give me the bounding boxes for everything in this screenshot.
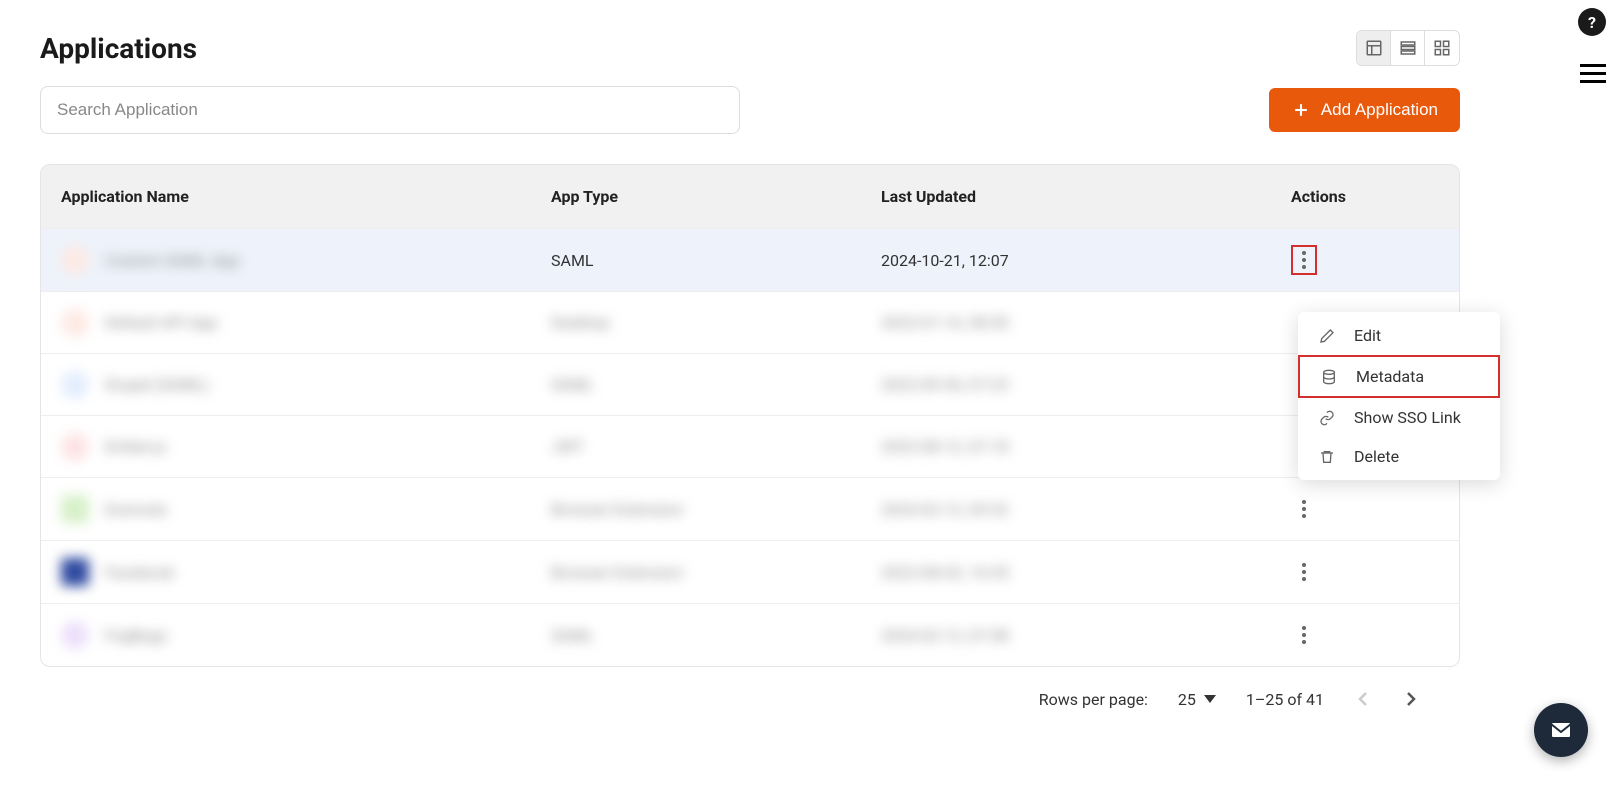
page-title: Applications [40, 32, 197, 65]
plus-icon [1291, 100, 1311, 120]
pencil-icon [1318, 328, 1336, 344]
table-row[interactable]: Facebook Browser Extension 2022-08-03, 1… [41, 540, 1459, 603]
app-updated: 2024-10-21, 12:07 [881, 251, 1291, 270]
app-type: Browser Extension [551, 500, 881, 519]
app-name: Ember.js [105, 437, 166, 456]
app-icon [61, 371, 89, 399]
search-input[interactable] [40, 86, 740, 134]
view-table[interactable] [1357, 31, 1391, 65]
menu-item-delete[interactable]: Delete [1298, 437, 1500, 476]
app-updated: 2022-08-12, 07:18 [881, 437, 1291, 456]
row-actions-button[interactable] [1291, 557, 1317, 587]
rows-per-page-select[interactable]: 25 [1178, 690, 1216, 709]
app-icon [61, 621, 89, 649]
rows-per-page-value: 25 [1178, 690, 1196, 709]
prev-page-button[interactable] [1354, 687, 1372, 711]
app-icon [61, 309, 89, 337]
row-actions-menu: Edit Metadata Show SSO Link Delete [1298, 312, 1500, 480]
chevron-down-icon [1204, 695, 1216, 703]
table-row[interactable]: Default API App Desktop 2022-01-16, 08:5… [41, 291, 1459, 353]
menu-label: Show SSO Link [1354, 408, 1461, 427]
applications-table: Application Name App Type Last Updated A… [40, 164, 1460, 667]
view-grid[interactable] [1425, 31, 1459, 65]
table-row[interactable]: Custom SAML App SAML 2024-10-21, 12:07 [41, 228, 1459, 291]
header-name: Application Name [61, 187, 551, 206]
header-updated: Last Updated [881, 187, 1291, 206]
menu-label: Edit [1354, 326, 1381, 345]
menu-item-sso[interactable]: Show SSO Link [1298, 398, 1500, 437]
app-updated: 2022-01-16, 08:55 [881, 313, 1291, 332]
app-updated: 2022-09-30, 07:23 [881, 375, 1291, 394]
table-row[interactable]: FogBugz SAML 2024-02-12, 07:58 [41, 603, 1459, 666]
database-icon [1320, 369, 1338, 385]
app-name: Default API App [105, 313, 217, 332]
app-icon [61, 495, 89, 523]
app-type: SAML [551, 375, 881, 394]
hamburger-menu[interactable] [1580, 64, 1606, 84]
app-updated: 2022-08-03, 16:35 [881, 563, 1291, 582]
app-type: Desktop [551, 313, 881, 332]
app-updated: 2024-02-12, 09:32 [881, 500, 1291, 519]
app-icon [61, 246, 89, 274]
view-list[interactable] [1391, 31, 1425, 65]
view-toggle [1356, 30, 1460, 66]
app-type: Browser Extension [551, 563, 881, 582]
menu-item-edit[interactable]: Edit [1298, 316, 1500, 355]
mail-button[interactable] [1534, 703, 1588, 757]
table-row[interactable]: Drupal (SAML) SAML 2022-09-30, 07:23 [41, 353, 1459, 415]
app-name: Custom SAML App [105, 251, 240, 270]
app-type: JWT [551, 437, 881, 456]
link-icon [1318, 410, 1336, 426]
app-type: SAML [551, 626, 881, 645]
header-actions: Actions [1291, 187, 1411, 206]
next-page-button[interactable] [1402, 687, 1420, 711]
rows-per-page-label: Rows per page: [1039, 690, 1148, 709]
header-type: App Type [551, 187, 881, 206]
pagination-range: 1–25 of 41 [1246, 690, 1324, 709]
app-icon [61, 558, 89, 586]
app-name: Drupal (SAML) [105, 375, 209, 394]
app-name: FogBugz [105, 626, 168, 645]
menu-label: Metadata [1356, 367, 1424, 386]
menu-label: Delete [1354, 447, 1399, 466]
table-row[interactable]: Ember.js JWT 2022-08-12, 07:18 [41, 415, 1459, 477]
app-name: Evernote [105, 500, 167, 519]
table-row[interactable]: Evernote Browser Extension 2024-02-12, 0… [41, 477, 1459, 540]
menu-item-metadata[interactable]: Metadata [1298, 355, 1500, 398]
app-icon [61, 433, 89, 461]
add-button-label: Add Application [1321, 100, 1438, 120]
app-name: Facebook [105, 563, 174, 582]
pagination: Rows per page: 25 1–25 of 41 [40, 667, 1460, 711]
trash-icon [1318, 449, 1336, 465]
add-application-button[interactable]: Add Application [1269, 88, 1460, 132]
app-updated: 2024-02-12, 07:58 [881, 626, 1291, 645]
row-actions-button[interactable] [1291, 245, 1317, 275]
app-type: SAML [551, 251, 881, 270]
help-button[interactable]: ? [1578, 8, 1606, 36]
row-actions-button[interactable] [1291, 620, 1317, 650]
row-actions-button[interactable] [1291, 494, 1317, 524]
